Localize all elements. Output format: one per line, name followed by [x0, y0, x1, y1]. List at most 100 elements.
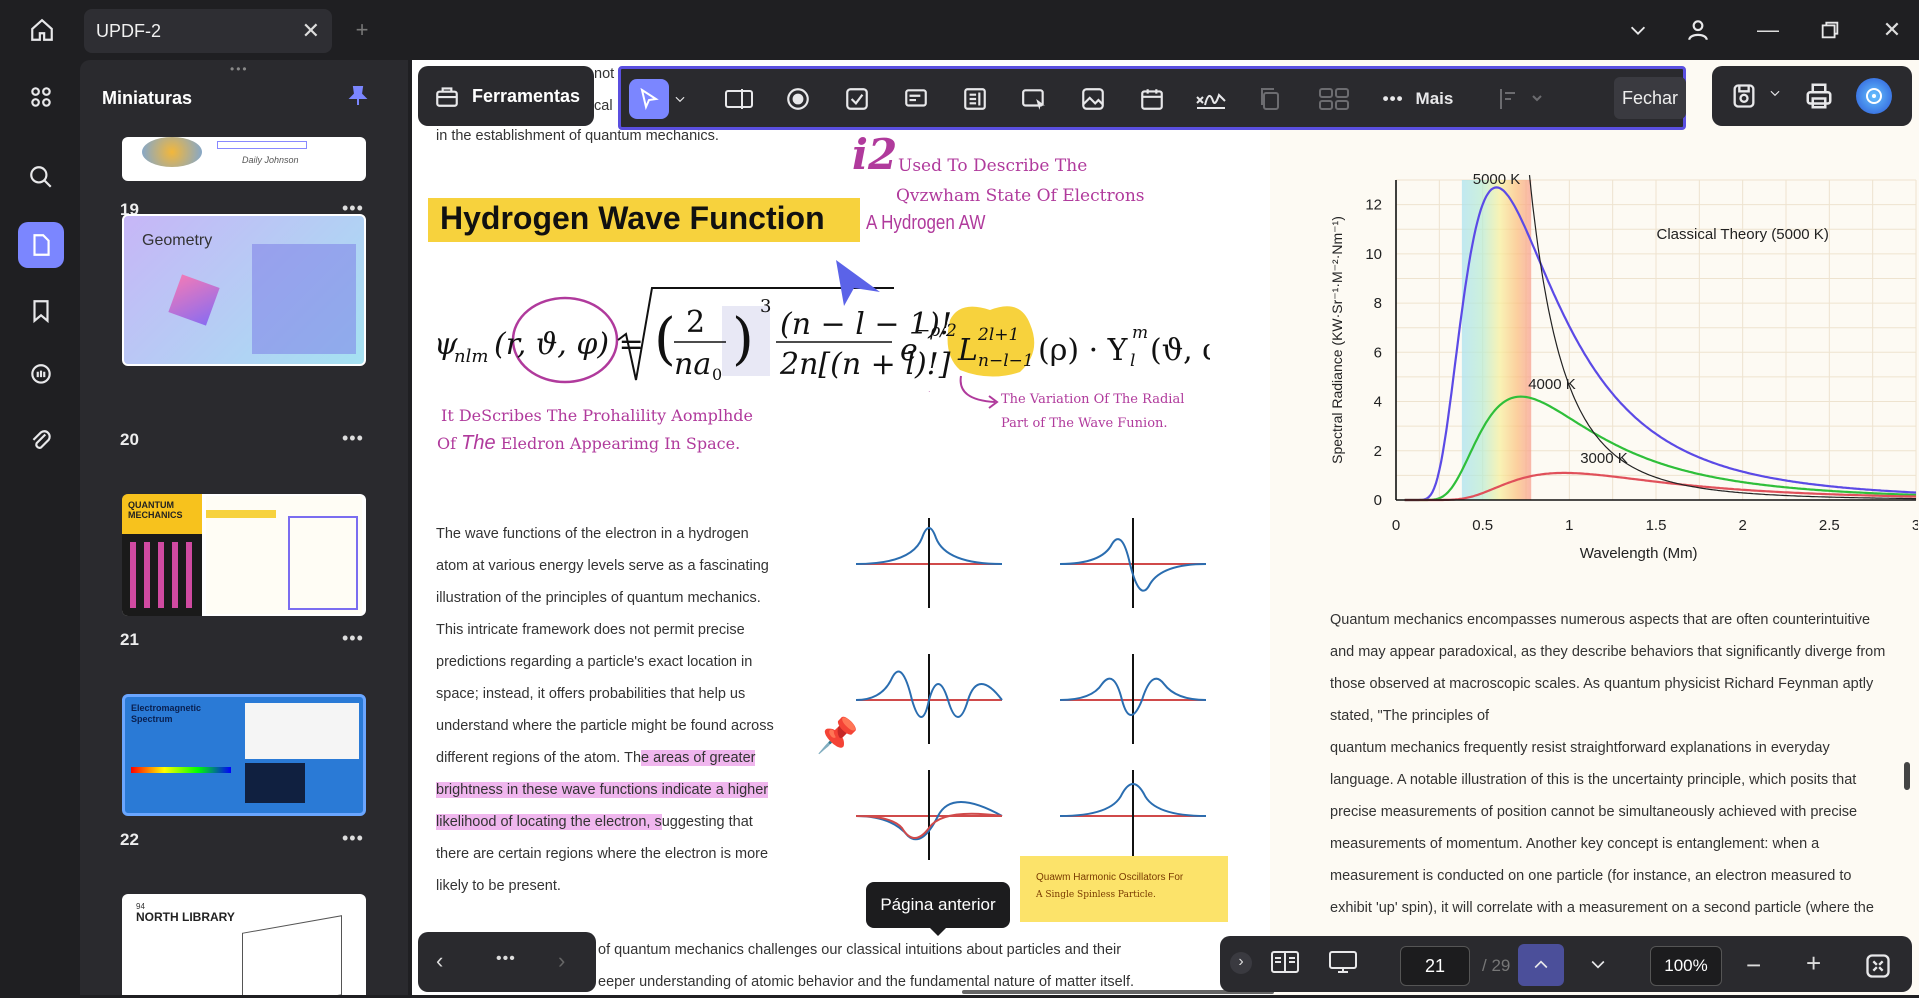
x-axis-label: Wavelength (Mm): [1580, 545, 1698, 562]
document-tab[interactable]: UPDF-2 ✕: [84, 9, 332, 53]
blackbody-chart: 0 0.5 1 1.5 2 2.5 3 0 2 4 6 8 10 12 Wavelength (Mm) Spe…: [1329, 171, 1918, 562]
chevron-down-icon[interactable]: [1768, 86, 1782, 105]
restore-icon[interactable]: [1812, 12, 1848, 48]
button-tool[interactable]: [1014, 79, 1054, 119]
home-icon[interactable]: [24, 12, 60, 48]
next-page-button[interactable]: [1588, 954, 1608, 979]
x-tick-label: 2: [1738, 517, 1746, 534]
annotation-text[interactable]: The Variation Of The Radial: [1001, 392, 1184, 407]
new-tab-icon[interactable]: +: [344, 12, 380, 48]
signature-tool[interactable]: [1191, 79, 1231, 119]
chevron-up-icon: [1534, 960, 1548, 969]
bookmark-icon[interactable]: [18, 288, 64, 334]
left-rail: [0, 60, 80, 995]
comment-icon[interactable]: [18, 352, 64, 398]
save-icon[interactable]: [1730, 82, 1758, 115]
scrollbar-thumb[interactable]: [1904, 762, 1910, 790]
search-icon[interactable]: [18, 154, 64, 200]
previous-page-icon[interactable]: ‹: [436, 948, 443, 974]
annotation-text[interactable]: Part of The Wave Funion.: [1001, 416, 1168, 431]
image-field-tool[interactable]: [1073, 79, 1113, 119]
annotation-text[interactable]: Qvzwham State Of Electrons: [896, 186, 1145, 206]
copy-tool[interactable]: [1250, 79, 1290, 119]
close-tab-icon[interactable]: ✕: [302, 18, 320, 44]
print-icon[interactable]: [1804, 81, 1834, 116]
next-page-icon[interactable]: ›: [558, 948, 565, 974]
list-box-tool[interactable]: [955, 79, 995, 119]
minimize-icon[interactable]: —: [1750, 12, 1786, 48]
pages-icon[interactable]: [18, 222, 64, 268]
thumbnail-page-19[interactable]: Daily Johnson: [122, 137, 366, 181]
paragraph-line: and may appear paradoxical, as they desc…: [1330, 644, 1886, 660]
more-button[interactable]: ••• Mais: [1373, 79, 1463, 119]
more-icon[interactable]: •••: [342, 428, 364, 449]
annotation-text[interactable]: Of The Eledron Appearimg In Space.: [437, 432, 740, 455]
svg-text:(ϑ, φ): (ϑ, φ): [1150, 333, 1210, 368]
checkbox-tool[interactable]: [837, 79, 877, 119]
presentation-icon[interactable]: [1328, 948, 1358, 981]
text-highlight[interactable]: e areas of greater: [641, 750, 756, 766]
thumbnail-page-23[interactable]: 94 NORTH LIBRARY: [122, 894, 366, 995]
previous-page-button[interactable]: [1518, 944, 1564, 986]
body-paragraph: The wave functions of the electron in a …: [436, 526, 774, 894]
more-icon[interactable]: •••: [342, 628, 364, 649]
close-window-icon[interactable]: ✕: [1874, 12, 1910, 48]
zoom-level[interactable]: 100%: [1650, 946, 1722, 986]
thumbnail-page-22[interactable]: Electromagnetic Spectrum: [122, 694, 366, 816]
more-dots-icon[interactable]: •••: [496, 950, 516, 968]
annotation-i2[interactable]: i2: [852, 130, 897, 179]
close-form-mode-button[interactable]: Fechar: [1614, 77, 1686, 119]
svg-text:nlm: nlm: [454, 346, 488, 367]
y-tick-label: 2: [1374, 443, 1382, 460]
chevron-down-icon[interactable]: [669, 79, 691, 119]
fit-screen-icon[interactable]: [1864, 952, 1892, 985]
svg-text:2n[(n + l)!]: 2n[(n + l)!]: [779, 347, 951, 382]
y-tick-label: 10: [1365, 246, 1382, 263]
chevron-down-icon[interactable]: [1620, 12, 1656, 48]
series-label: 3000 K: [1580, 450, 1628, 467]
text-box-tool[interactable]: [719, 79, 759, 119]
svg-text:(r, ϑ, φ) =: (r, ϑ, φ) =: [494, 327, 644, 362]
zoom-in-icon[interactable]: +: [1806, 948, 1821, 979]
page-number-input[interactable]: 21: [1400, 946, 1470, 986]
page-nav-group: ‹ ••• ›: [418, 932, 596, 992]
user-icon[interactable]: [1680, 12, 1716, 48]
svg-text:2l+1: 2l+1: [977, 325, 1019, 345]
svg-text:0: 0: [712, 365, 722, 384]
x-tick-label: 0: [1392, 517, 1400, 534]
text-highlight[interactable]: brightness in these wave functions indic…: [436, 782, 769, 798]
two-page-view-icon[interactable]: [1270, 948, 1300, 981]
series-label: 5000 K: [1473, 171, 1521, 188]
svg-text:3: 3: [760, 296, 771, 317]
more-icon[interactable]: •••: [342, 828, 364, 849]
series-label: 4000 K: [1528, 376, 1576, 393]
svg-text:na: na: [674, 347, 711, 382]
series-label: Classical Theory (5000 K): [1657, 226, 1829, 243]
ai-assistant-icon[interactable]: [1856, 78, 1892, 114]
text-highlight[interactable]: likelihood of locating the electron, s: [436, 814, 662, 830]
annotation-text[interactable]: A Hydrogen AW: [866, 212, 985, 235]
pin-icon[interactable]: [346, 84, 370, 113]
arrange-tool[interactable]: [1309, 79, 1359, 119]
annotation-text[interactable]: Used To Describe The: [898, 156, 1087, 176]
collapse-icon[interactable]: ›: [1230, 952, 1252, 974]
radio-button-tool[interactable]: [778, 79, 818, 119]
grid-view-icon[interactable]: [18, 74, 64, 120]
attachment-icon[interactable]: [18, 418, 64, 464]
annotation-arrow: [959, 375, 999, 409]
thumbnail-page-21[interactable]: QUANTUM MECHANICS: [122, 494, 366, 616]
align-tool[interactable]: [1491, 79, 1551, 119]
select-tool[interactable]: [629, 79, 669, 119]
annotation-text[interactable]: It DeScribes The Prohalility Aomplhde: [441, 406, 753, 425]
sticky-note[interactable]: Quawm Harmonic Oscillators For A Single …: [1020, 856, 1228, 922]
thumbnail-number: 20: [120, 430, 139, 449]
panel-grip[interactable]: •••: [230, 62, 249, 76]
thumbnail-page-20[interactable]: Geometry: [122, 214, 366, 366]
combo-box-tool[interactable]: [896, 79, 936, 119]
zoom-out-icon[interactable]: −: [1746, 950, 1761, 981]
x-tick-label: 2.5: [1819, 517, 1840, 534]
page-total: / 29: [1482, 956, 1511, 975]
date-field-tool[interactable]: [1132, 79, 1172, 119]
paragraph-line: stated, "The principles of: [1330, 708, 1490, 724]
tools-button[interactable]: Ferramentas: [418, 66, 594, 126]
